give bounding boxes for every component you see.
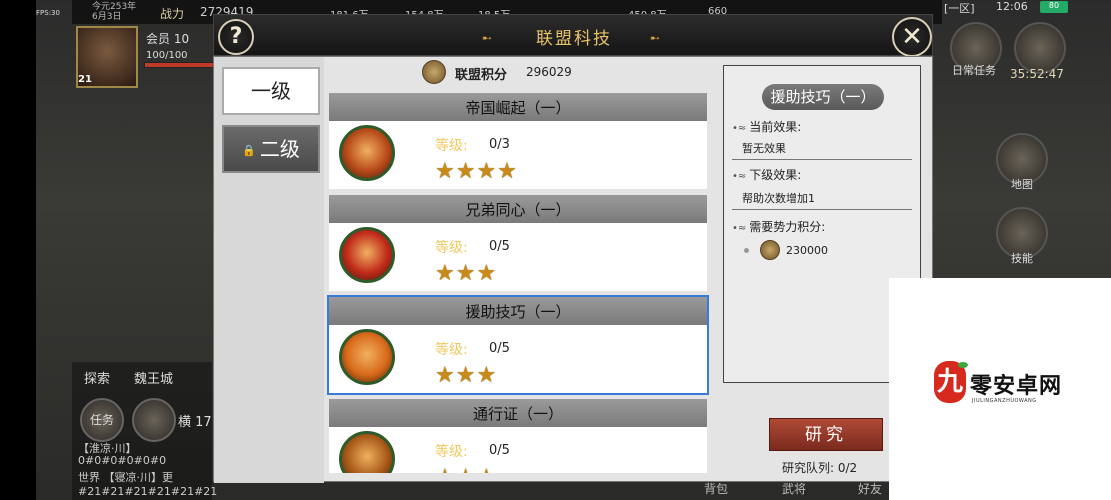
tab-tier-2[interactable]: 🔒 二级 bbox=[222, 125, 320, 173]
server-region: [一区] bbox=[944, 2, 975, 15]
star-rating: ★★★ bbox=[435, 363, 498, 388]
game-date: 今元253年 6月3日 bbox=[92, 2, 137, 22]
chat-line: 0#0#0#0#0#0 bbox=[78, 454, 167, 467]
tech-card[interactable]: 兄弟同心（一） 等级: 0/5 ★★★ bbox=[329, 195, 707, 291]
next-effect-value: 帮助次数增加1 bbox=[742, 192, 815, 205]
tech-card[interactable]: 援助技巧（一） 等级: 0/5 ★★★ bbox=[327, 295, 709, 395]
watermark-subtitle: JIULINGANZHUOWANG bbox=[972, 398, 1037, 404]
star-rating: ★★★ bbox=[435, 465, 497, 473]
tech-card[interactable]: 帝国崛起（一） 等级: 0/3 ★★★★ bbox=[329, 93, 707, 189]
dialog-title: 联盟科技 bbox=[536, 29, 612, 49]
avatar-button[interactable] bbox=[132, 398, 176, 442]
research-button[interactable]: 研究 bbox=[769, 418, 883, 451]
close-icon[interactable]: ✕ bbox=[892, 17, 932, 57]
bag-label[interactable]: 背包 bbox=[704, 480, 728, 497]
alliance-coin-icon bbox=[422, 60, 446, 84]
event-timer: 35:52:47 bbox=[1010, 67, 1064, 81]
level-label: 等级: bbox=[435, 138, 468, 154]
tech-name: 帝国崛起（一） bbox=[329, 93, 707, 121]
tech-card[interactable]: 通行证（一） 等级: 0/5 ★★★ bbox=[329, 399, 707, 473]
fps-counter: FPS:30 bbox=[36, 9, 60, 17]
fortress-icon bbox=[339, 125, 395, 181]
alliance-tech-dialog: ? ➸ 联盟科技 ➸ ✕ 一级 🔒 二级 联盟积分 296029 帝国崛起（一） 等… bbox=[213, 14, 933, 483]
task-button[interactable]: 任务 bbox=[80, 398, 124, 442]
dialog-body: 一级 🔒 二级 联盟积分 296029 帝国崛起（一） 等级: 0/3 ★★★★ 兄弟同心… bbox=[213, 56, 933, 483]
leaf-icon bbox=[958, 362, 968, 368]
hp-text: 100/100 bbox=[146, 50, 188, 61]
level-value: 0/3 bbox=[489, 137, 510, 152]
lock-icon: 🔒 bbox=[242, 143, 256, 157]
level-value: 0/5 bbox=[489, 341, 510, 356]
level-label: 等级: bbox=[435, 240, 468, 256]
system-clock: 12:06 bbox=[996, 0, 1028, 13]
star-rating: ★★★ bbox=[435, 261, 498, 286]
level-value: 0/5 bbox=[489, 443, 510, 458]
chat-player-name: 横 17 bbox=[178, 415, 212, 430]
level-value: 0/5 bbox=[489, 239, 510, 254]
boots-icon bbox=[339, 431, 395, 473]
chat-line: 世界 【寝凉·川】更 bbox=[78, 471, 173, 484]
bullet-dot bbox=[744, 248, 749, 253]
skill-label: 技能 bbox=[1011, 252, 1033, 265]
tech-name: 兄弟同心（一） bbox=[329, 195, 707, 223]
current-effect-value: 暂无效果 bbox=[742, 142, 786, 155]
next-effect-label: 下级效果: bbox=[732, 166, 801, 183]
tab-tier-1[interactable]: 一级 bbox=[222, 67, 320, 115]
map-label: 地图 bbox=[1011, 178, 1033, 191]
research-queue: 研究队列: 0/2 bbox=[782, 461, 858, 475]
daily-task-label: 日常任务 bbox=[952, 64, 996, 77]
level-label: 等级: bbox=[435, 342, 468, 358]
divider bbox=[732, 159, 912, 160]
player-level: 21 bbox=[78, 74, 92, 85]
tech-list[interactable]: 帝国崛起（一） 等级: 0/3 ★★★★ 兄弟同心（一） 等级: 0/5 ★★★ 援助技巧（一）… bbox=[327, 93, 710, 473]
power-coin-icon bbox=[760, 240, 780, 260]
tier-tabs: 一级 🔒 二级 bbox=[214, 57, 324, 483]
tech-name: 通行证（一） bbox=[329, 399, 707, 427]
fire-hand-icon bbox=[339, 329, 395, 385]
member-label: 会员 10 bbox=[146, 32, 190, 46]
alliance-points-label: 联盟积分 bbox=[455, 68, 508, 83]
dialog-title-bar: ? ➸ 联盟科技 ➸ ✕ bbox=[213, 14, 933, 57]
tech-name: 援助技巧（一） bbox=[329, 297, 707, 325]
chat-tab-city[interactable]: 魏王城 bbox=[134, 368, 173, 387]
detail-title: 援助技巧（一） bbox=[762, 84, 884, 110]
battery-icon: 80 bbox=[1040, 1, 1068, 13]
chat-line: #21#21#21#21#21#21 bbox=[78, 485, 218, 498]
screen-edge bbox=[0, 0, 36, 500]
chat-tab-explore[interactable]: 探索 bbox=[84, 368, 110, 387]
current-effect-label: 当前效果: bbox=[732, 118, 801, 135]
cost-value: 230000 bbox=[786, 244, 828, 257]
divider bbox=[732, 209, 912, 210]
level-label: 等级: bbox=[435, 444, 468, 460]
power-label: 战力 bbox=[160, 7, 185, 21]
alliance-points-value: 296029 bbox=[526, 65, 572, 79]
watermark-name: 零安卓网 bbox=[970, 373, 1063, 399]
friend-label[interactable]: 好友 bbox=[858, 480, 882, 497]
title-arrow-right-icon: ➸ bbox=[650, 31, 661, 45]
star-rating: ★★★★ bbox=[435, 159, 518, 184]
cost-label: 需要势力积分: bbox=[732, 218, 825, 235]
general-label[interactable]: 武将 bbox=[782, 480, 806, 497]
warriors-icon bbox=[339, 227, 395, 283]
